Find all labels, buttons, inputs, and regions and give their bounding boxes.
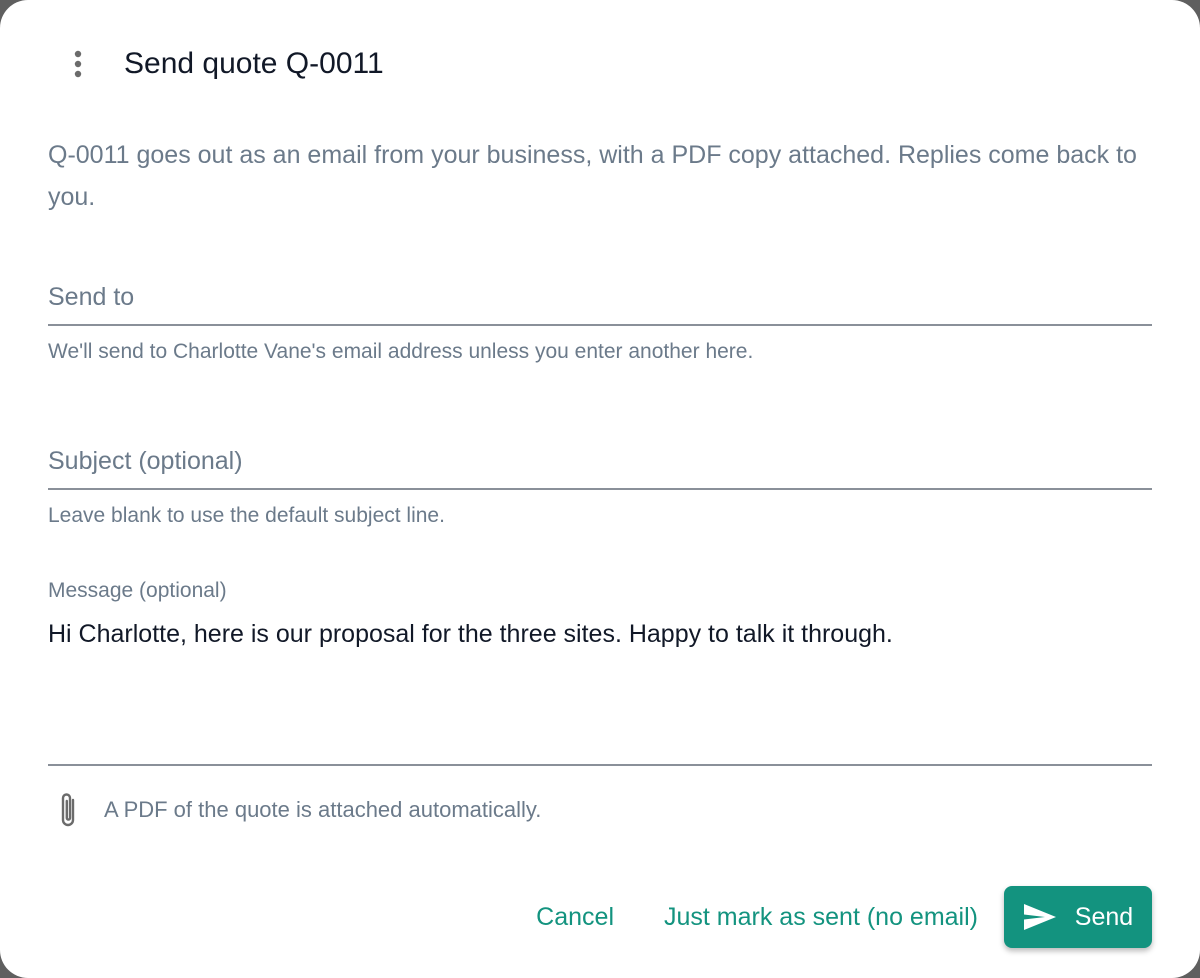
- send-icon: [1023, 903, 1057, 931]
- message-label: Message (optional): [48, 579, 227, 602]
- message-field: Message (optional): [48, 576, 1152, 766]
- attachment-note: A PDF of the quote is attached automatic…: [48, 788, 541, 832]
- attachment-note-text: A PDF of the quote is attached automatic…: [104, 797, 542, 822]
- subject-field: Leave blank to use the default subject l…: [48, 444, 1152, 528]
- send-to-helper: We'll send to Charlotte Vane's email add…: [48, 340, 754, 363]
- dialog-actions: Cancel Just mark as sent (no email) Send: [526, 886, 1152, 948]
- dialog-intro: Q-0011 goes out as an email from your bu…: [48, 141, 1137, 211]
- subject-helper: Leave blank to use the default subject l…: [48, 504, 445, 527]
- cancel-button[interactable]: Cancel: [526, 886, 624, 948]
- message-textarea[interactable]: [48, 616, 1152, 766]
- more-vertical-icon: [74, 50, 82, 78]
- more-options-button[interactable]: [48, 36, 108, 92]
- paperclip-icon: [48, 788, 88, 832]
- mark-as-sent-button[interactable]: Just mark as sent (no email): [654, 886, 988, 948]
- send-button-label: Send: [1074, 902, 1134, 931]
- dialog-header: Send quote Q-0011: [48, 36, 384, 92]
- subject-input[interactable]: [48, 444, 1152, 490]
- send-button[interactable]: Send: [1004, 886, 1152, 948]
- send-to-field: We'll send to Charlotte Vane's email add…: [48, 280, 1152, 364]
- dialog-title: Send quote Q-0011: [124, 47, 384, 80]
- send-to-input[interactable]: [48, 280, 1152, 326]
- send-quote-dialog: Send quote Q-0011 Q-0011 goes out as an …: [0, 0, 1200, 978]
